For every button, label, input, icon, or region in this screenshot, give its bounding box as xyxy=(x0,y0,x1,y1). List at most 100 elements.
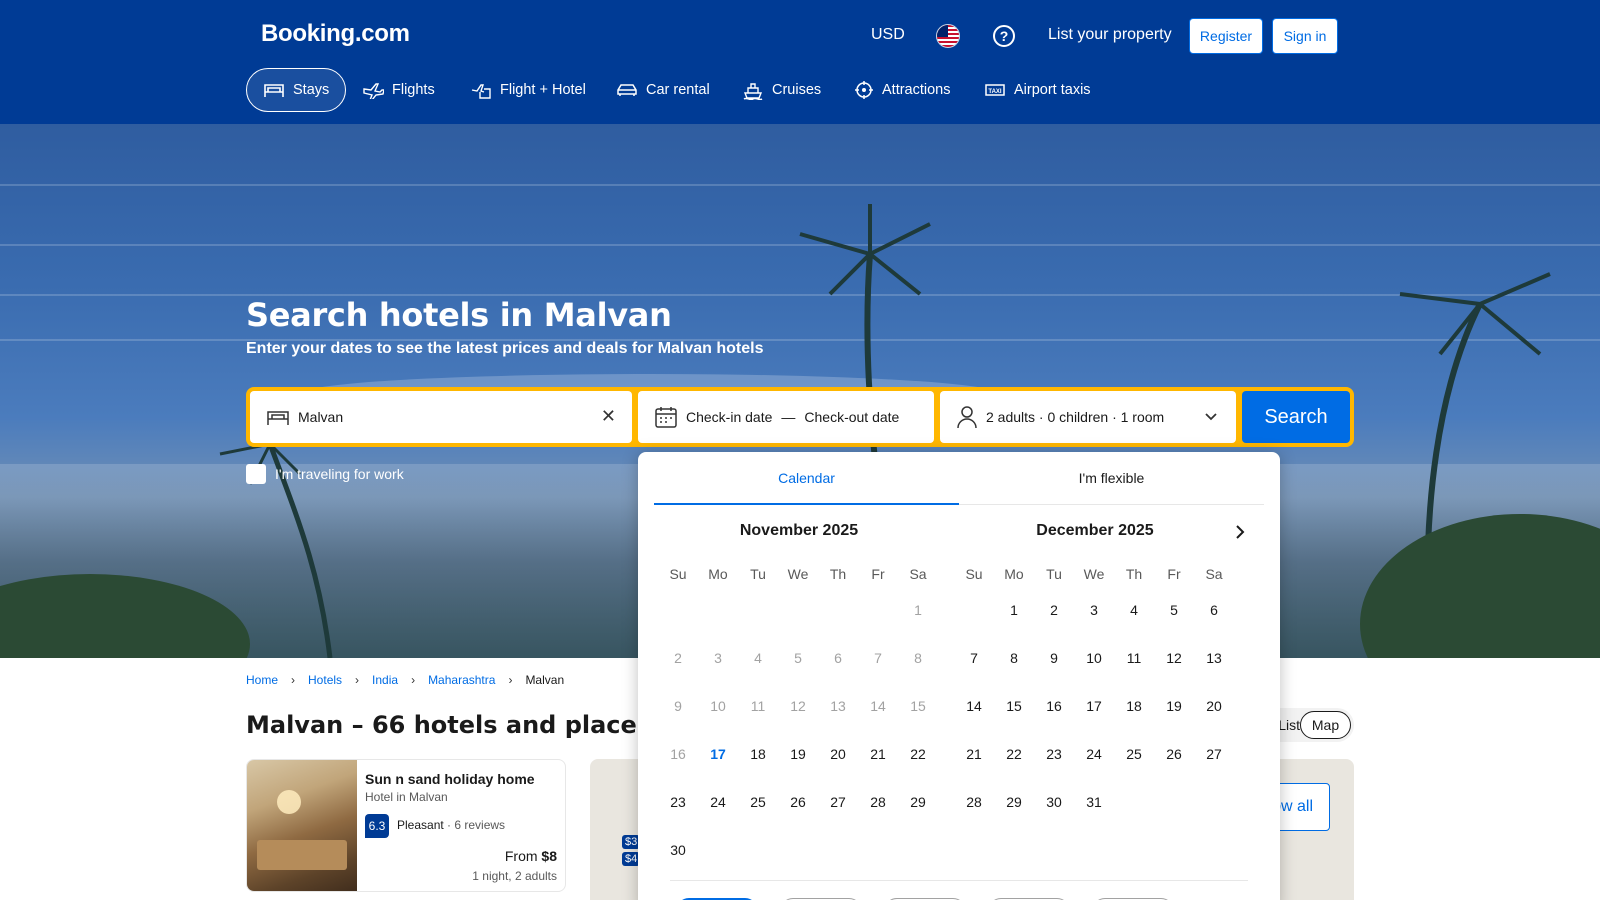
date-range-field[interactable]: Check-in date — Check-out date xyxy=(638,391,934,443)
bed-icon xyxy=(267,411,289,425)
list-property-link[interactable]: List your property xyxy=(1048,26,1172,44)
calendar-day: 13 xyxy=(830,698,846,714)
nav-flights[interactable]: Flights xyxy=(346,68,451,112)
weekday-label: Fr xyxy=(871,566,885,582)
calendar-day[interactable]: 10 xyxy=(1074,634,1114,682)
review-score-badge: 6.3 xyxy=(365,814,389,838)
checkbox[interactable] xyxy=(246,464,266,484)
calendar-day[interactable]: 17 xyxy=(1074,682,1114,730)
currency-selector[interactable]: USD xyxy=(871,26,905,44)
calendar-day[interactable]: 26 xyxy=(778,778,818,826)
calendar-day[interactable]: 12 xyxy=(1154,634,1194,682)
calendar-day[interactable]: 18 xyxy=(1114,682,1154,730)
calendar-day[interactable]: 26 xyxy=(1154,730,1194,778)
weekday-header: Su Mo Tu We Th Fr Sa xyxy=(658,562,940,586)
tab-calendar[interactable]: Calendar xyxy=(654,452,959,505)
ship-icon xyxy=(743,83,763,100)
calendar-day[interactable]: 19 xyxy=(1154,682,1194,730)
weekday-label: Su xyxy=(965,566,983,582)
price-prefix: From xyxy=(504,848,542,864)
nav-car-rental[interactable]: Car rental xyxy=(600,68,726,112)
breadcrumb-home[interactable]: Home xyxy=(246,673,278,687)
nav-cruises[interactable]: Cruises xyxy=(726,68,837,112)
calendar-day[interactable]: 28 xyxy=(954,778,994,826)
calendar-day[interactable]: 1 xyxy=(994,586,1034,634)
price-value: $8 xyxy=(541,848,557,864)
nav-flight-hotel[interactable]: Flight + Hotel xyxy=(454,68,602,112)
hotel-card[interactable]: Sun n sand holiday home Hotel in Malvan … xyxy=(246,759,566,892)
calendar-day[interactable]: 5 xyxy=(1154,586,1194,634)
us-flag-icon[interactable] xyxy=(936,24,960,48)
weekday-label: Tu xyxy=(750,566,766,582)
calendar-day: 10 xyxy=(710,698,726,714)
chevron-down-icon xyxy=(1205,413,1217,421)
hotel-name[interactable]: Sun n sand holiday home xyxy=(365,771,535,787)
weekday-label: We xyxy=(787,566,809,582)
calendar-day[interactable]: 31 xyxy=(1074,778,1114,826)
calendar-day[interactable]: 17 xyxy=(698,730,738,778)
calendar-day[interactable]: 14 xyxy=(954,682,994,730)
calendar-day[interactable]: 28 xyxy=(858,778,898,826)
calendar-day[interactable]: 20 xyxy=(1194,682,1234,730)
nav-label: Flights xyxy=(392,82,435,98)
calendar-day[interactable]: 23 xyxy=(658,778,698,826)
calendar-day[interactable]: 8 xyxy=(994,634,1034,682)
divider xyxy=(670,880,1248,881)
calendar-day[interactable]: 6 xyxy=(1194,586,1234,634)
calendar-day[interactable]: 25 xyxy=(1114,730,1154,778)
calendar-day[interactable]: 29 xyxy=(898,778,938,826)
destination-field[interactable]: Malvan ✕ xyxy=(250,391,632,443)
tab-flexible[interactable]: I'm flexible xyxy=(959,452,1264,505)
map-view-toggle[interactable]: Map xyxy=(1300,711,1351,739)
calendar-day[interactable]: 13 xyxy=(1194,634,1234,682)
calendar-day[interactable]: 30 xyxy=(658,826,698,874)
checkin-label: Check-in date xyxy=(686,409,773,425)
calendar-day[interactable]: 11 xyxy=(1114,634,1154,682)
calendar-day[interactable]: 4 xyxy=(1114,586,1154,634)
calendar-day[interactable]: 23 xyxy=(1034,730,1074,778)
breadcrumb-state[interactable]: Maharashtra xyxy=(428,673,495,687)
svg-text:TAXI: TAXI xyxy=(988,89,1002,95)
calendar-day[interactable]: 15 xyxy=(994,682,1034,730)
destination-value: Malvan xyxy=(298,409,344,425)
help-icon[interactable]: ? xyxy=(993,25,1015,47)
sign-in-button[interactable]: Sign in xyxy=(1272,18,1338,54)
clear-icon[interactable]: ✕ xyxy=(601,407,616,425)
calendar-day[interactable]: 21 xyxy=(954,730,994,778)
calendar-day[interactable]: 22 xyxy=(994,730,1034,778)
calendar-day[interactable]: 27 xyxy=(818,778,858,826)
calendar-day[interactable]: 20 xyxy=(818,730,858,778)
attractions-icon xyxy=(855,81,873,99)
calendar-day[interactable]: 27 xyxy=(1194,730,1234,778)
breadcrumb-hotels[interactable]: Hotels xyxy=(308,673,342,687)
calendar-day[interactable]: 30 xyxy=(1034,778,1074,826)
nav-attractions[interactable]: Attractions xyxy=(838,68,967,112)
nav-stays[interactable]: Stays xyxy=(246,68,347,112)
person-icon xyxy=(957,406,977,429)
register-button[interactable]: Register xyxy=(1189,18,1263,54)
calendar-day[interactable]: 24 xyxy=(1074,730,1114,778)
occupancy-field[interactable]: 2 adults · 0 children · 1 room xyxy=(940,391,1236,443)
calendar-day[interactable]: 24 xyxy=(698,778,738,826)
weekday-label: Tu xyxy=(1046,566,1062,582)
calendar-day[interactable]: 29 xyxy=(994,778,1034,826)
breadcrumb-country[interactable]: India xyxy=(372,673,398,687)
calendar-day[interactable]: 9 xyxy=(1034,634,1074,682)
rating-line: Pleasant · 6 reviews xyxy=(397,818,505,832)
nav-airport-taxis[interactable]: TAXI Airport taxis xyxy=(968,68,1107,112)
calendar-day[interactable]: 2 xyxy=(1034,586,1074,634)
calendar-day[interactable]: 7 xyxy=(954,634,994,682)
search-button[interactable]: Search xyxy=(1242,391,1350,443)
calendar-day[interactable]: 25 xyxy=(738,778,778,826)
calendar-day[interactable]: 16 xyxy=(1034,682,1074,730)
calendar-day[interactable]: 21 xyxy=(858,730,898,778)
calendar-day[interactable]: 19 xyxy=(778,730,818,778)
calendar-day: 12 xyxy=(790,698,806,714)
hotel-photo[interactable] xyxy=(247,760,357,891)
calendar-day[interactable]: 18 xyxy=(738,730,778,778)
nav-label: Flight + Hotel xyxy=(500,82,586,98)
calendar-day[interactable]: 3 xyxy=(1074,586,1114,634)
work-travel-checkbox[interactable]: I'm traveling for work xyxy=(246,464,404,484)
bed-shape xyxy=(257,840,347,870)
calendar-day[interactable]: 22 xyxy=(898,730,938,778)
